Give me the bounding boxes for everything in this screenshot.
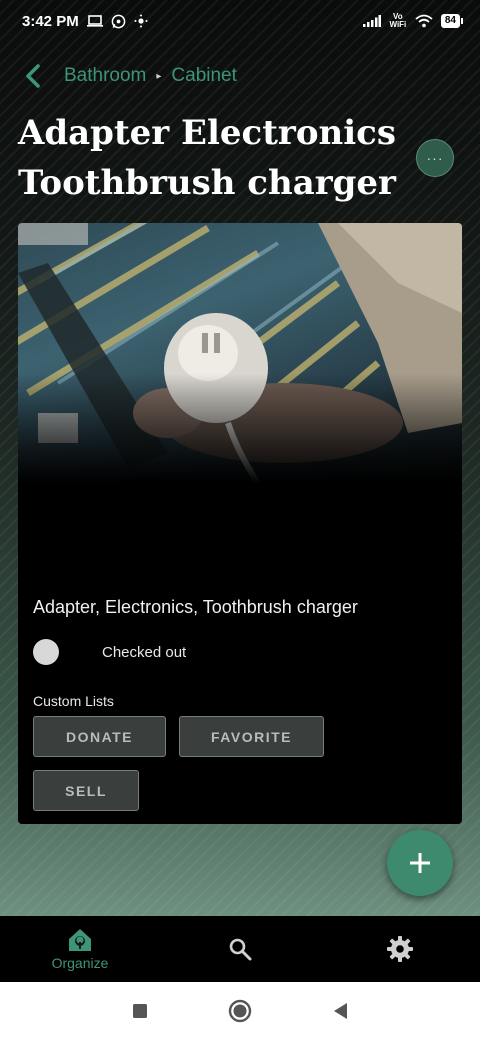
wifi-icon xyxy=(415,14,433,28)
breadcrumb: Bathroom ▸ Cabinet xyxy=(18,58,237,94)
home-button[interactable] xyxy=(227,998,253,1024)
home-circle-icon xyxy=(228,999,252,1023)
back-triangle-icon xyxy=(334,1003,347,1019)
breadcrumb-separator: ▸ xyxy=(156,70,162,82)
item-card: Adapter, Electronics, Toothbrush charger… xyxy=(18,223,462,824)
breadcrumb-item-cabinet[interactable]: Cabinet xyxy=(171,65,237,87)
custom-list-donate-button[interactable]: DONATE xyxy=(33,716,166,757)
custom-list-sell-button[interactable]: SELL xyxy=(33,770,139,811)
chevron-left-icon xyxy=(26,64,40,88)
whatsapp-icon xyxy=(111,14,126,29)
plus-icon xyxy=(410,853,430,873)
more-dots-icon: ··· xyxy=(426,150,444,166)
nav-item-search[interactable] xyxy=(180,916,300,982)
checked-out-toggle[interactable] xyxy=(33,639,59,665)
gear-icon xyxy=(387,936,413,962)
item-name: Adapter, Electronics, Toothbrush charger xyxy=(33,597,358,617)
custom-lists-label: Custom Lists xyxy=(33,693,114,709)
battery-indicator: 84 xyxy=(440,14,464,28)
nav-item-settings[interactable] xyxy=(340,916,460,982)
photo-fade xyxy=(18,373,462,483)
breadcrumb-item-bathroom[interactable]: Bathroom xyxy=(64,65,146,87)
search-icon xyxy=(229,938,252,961)
checked-out-row: Checked out xyxy=(33,639,186,665)
system-nav-bar xyxy=(0,982,480,1040)
status-right: Vo WiFi 84 xyxy=(362,12,464,29)
custom-list-favorite-button[interactable]: FAVORITE xyxy=(179,716,324,757)
home-tree-icon xyxy=(69,929,91,951)
add-item-fab[interactable] xyxy=(387,830,453,896)
vowifi-icon: Vo WiFi xyxy=(389,12,407,29)
status-time: 3:42 PM xyxy=(22,12,79,30)
checked-out-label: Checked out xyxy=(102,643,187,661)
nav-item-organize[interactable]: Organize xyxy=(20,916,140,982)
item-photo[interactable] xyxy=(18,223,462,483)
signal-icon xyxy=(362,15,381,27)
system-back-button[interactable] xyxy=(327,998,353,1024)
recents-square-icon xyxy=(133,1004,147,1018)
nav-label-organize: Organize xyxy=(51,955,109,971)
page-title: Adapter Electronics Toothbrush charger xyxy=(18,113,396,203)
more-options-button[interactable]: ··· xyxy=(416,139,454,177)
dots-icon xyxy=(134,14,148,28)
status-left: 3:42 PM xyxy=(22,13,148,30)
laptop-icon xyxy=(86,15,103,27)
back-button[interactable] xyxy=(18,61,48,91)
status-bar: 3:42 PM Vo WiFi 84 xyxy=(0,0,480,42)
bottom-nav: Organize xyxy=(0,916,480,982)
recents-button[interactable] xyxy=(127,998,153,1024)
